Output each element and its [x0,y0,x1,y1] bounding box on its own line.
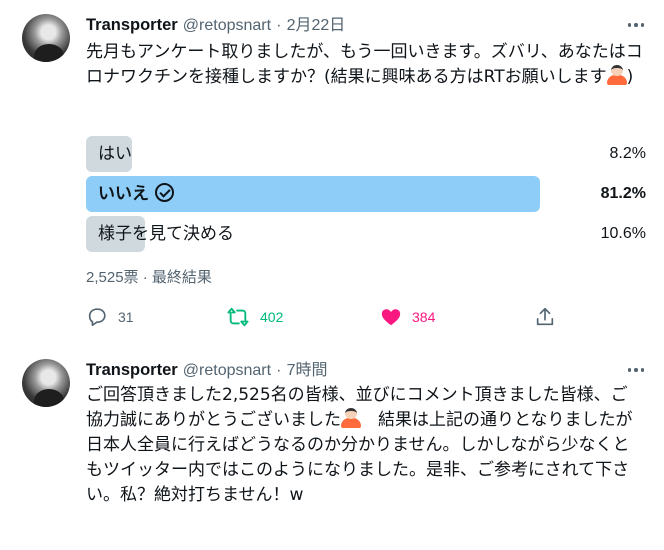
tweet-text: ご回答頂きました2,525名の皆様、並びにコメント頂きました皆様、ご協力誠にあり… [86,383,644,508]
poll: はい 8.2% いいえ 81.2% 様子を見て決める 10.6% [86,136,652,256]
poll-option-winner: いいえ 81.2% [86,176,652,212]
check-circle-icon [155,183,174,202]
poll-meta: 2,525票 · 最終結果 [86,269,212,286]
tweet-header: Transporter @retopsnart · 2月22日 [86,13,345,37]
person-gesturing-ok-emoji [606,65,627,85]
poll-option-label: はい [98,144,132,164]
more-options-icon[interactable] [622,13,650,37]
avatar[interactable] [22,14,70,62]
author-handle[interactable]: @retopsnart [183,17,271,34]
poll-option: 様子を見て決める 10.6% [86,216,652,252]
tweet-timestamp[interactable]: 2月22日 [287,17,346,34]
author-name[interactable]: Transporter [86,16,178,34]
tweet-text-part: ) [626,67,634,87]
tweet-reply[interactable]: Transporter @retopsnart · 7時間 ご回答頂きました2,… [0,345,664,550]
retweet-icon [227,307,249,327]
share-button[interactable] [534,300,556,334]
header-separator: · [276,17,282,34]
tweet-text: 先月もアンケート取りましたが、もう一回いきます。ズバリ、あなたはコロナワクチンを… [86,40,644,90]
reply-count: 31 [118,309,134,325]
tweet-poll[interactable]: Transporter @retopsnart · 2月22日 先月もアンケート… [0,0,664,345]
retweet-count: 402 [260,309,284,325]
more-options-icon[interactable] [622,358,650,382]
like-count: 384 [412,309,436,325]
tweet-actions: 31 402 384 [86,300,566,334]
person-gesturing-ok-emoji [341,408,361,428]
tweet-header: Transporter @retopsnart · 7時間 [86,358,328,382]
poll-option-percent: 81.2% [600,185,646,202]
author-handle[interactable]: @retopsnart [183,362,271,379]
poll-option-label: いいえ [98,176,174,212]
tweet-text-part: 先月もアンケート取りましたが、もう一回いきます。ズバリ、あなたはコロナワクチンを… [86,42,643,87]
poll-option-text: いいえ [98,184,149,204]
retweet-button[interactable]: 402 [226,300,283,334]
reply-icon [88,308,106,327]
like-button[interactable]: 384 [380,300,435,334]
share-icon [536,307,554,326]
poll-option-percent: 8.2% [609,145,646,162]
heart-icon [381,309,401,326]
header-separator: · [276,362,282,379]
poll-option-label: 様子を見て決める [98,224,234,244]
reply-button[interactable]: 31 [86,300,134,334]
poll-option: はい 8.2% [86,136,652,172]
poll-option-percent: 10.6% [600,225,646,242]
tweet-timestamp[interactable]: 7時間 [287,362,328,379]
author-name[interactable]: Transporter [86,361,178,379]
avatar[interactable] [22,359,70,407]
